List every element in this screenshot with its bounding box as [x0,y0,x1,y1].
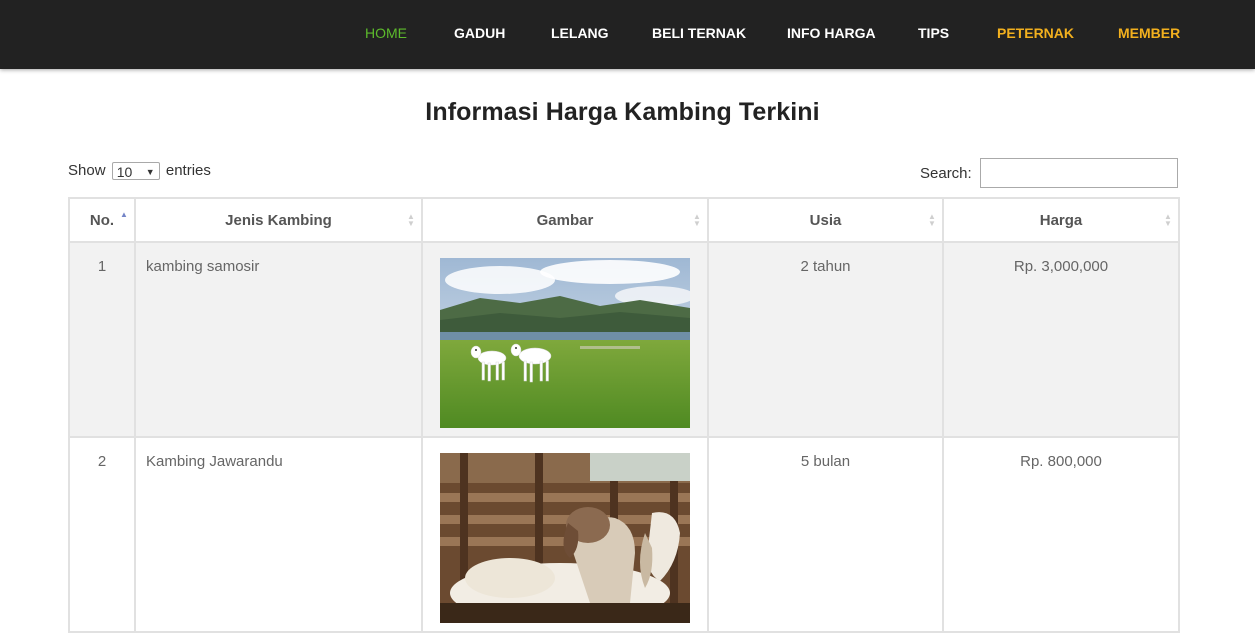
cell-harga: Rp. 3,000,000 [942,241,1180,438]
page-title: Informasi Harga Kambing Terkini [425,98,820,126]
header-label: Jenis Kambing [225,211,332,229]
table-row: 2 Kambing Jawarandu 5 bulan Rp. 800,000 [68,436,1180,633]
nav-peternak[interactable]: PETERNAK [997,25,1074,41]
nav-home[interactable]: HOME [365,25,407,41]
sort-ascending-icon: ▲ [120,210,128,219]
dropdown-arrow-icon: ▼ [145,167,155,178]
cell-jenis: kambing samosir [134,241,423,438]
cell-jenis: Kambing Jawarandu [134,436,423,633]
header-label: Gambar [536,211,594,229]
sort-both-icon: ▲ ▼ [407,212,415,228]
nav-info-harga[interactable]: INFO HARGA [787,25,876,41]
sort-both-icon: ▲ ▼ [1164,212,1172,228]
sort-both-icon: ▲ ▼ [693,212,701,228]
nav-member[interactable]: MEMBER [1118,25,1180,41]
header-usia[interactable]: Usia ▲ ▼ [707,197,944,243]
goat-photo-barn-pen [440,453,690,623]
cell-no: 2 [68,436,136,633]
entries-label: entries [165,162,211,179]
cell-gambar [421,436,709,633]
header-no[interactable]: No. ▲ [68,197,136,243]
entries-select[interactable]: 10 ▼ [111,162,160,181]
price-table: No. ▲ Jenis Kambing ▲ ▼ Gambar ▲ ▼ Usia ▲ ▼… [68,197,1180,633]
header-jenis-kambing[interactable]: Jenis Kambing ▲ ▼ [134,197,423,243]
nav-gaduh[interactable]: GADUH [454,25,505,41]
goat-photo-lake-meadow [440,258,690,428]
search-label: Search: [920,165,972,182]
header-harga[interactable]: Harga ▲ ▼ [942,197,1180,243]
nav-beli-ternak[interactable]: BELI TERNAK [652,25,746,41]
table-header-row: No. ▲ Jenis Kambing ▲ ▼ Gambar ▲ ▼ Usia ▲ ▼… [68,197,1180,243]
cell-usia: 2 tahun [707,241,944,438]
search-input[interactable] [980,158,1178,188]
show-label: Show [68,162,106,179]
sort-both-icon: ▲ ▼ [928,212,936,228]
cell-gambar [421,241,709,438]
cell-usia: 5 bulan [707,436,944,633]
cell-harga: Rp. 800,000 [942,436,1180,633]
entries-select-value: 10 [116,164,133,181]
header-label: Harga [1039,211,1083,229]
cell-no: 1 [68,241,136,438]
header-label: No. [89,211,115,229]
header-label: Usia [809,211,842,229]
entries-length-control: Show 10 ▼ entries [68,162,211,181]
nav-tips[interactable]: TIPS [918,25,949,41]
header-gambar[interactable]: Gambar ▲ ▼ [421,197,709,243]
nav-lelang[interactable]: LELANG [551,25,609,41]
top-navbar: HOME GADUH LELANG BELI TERNAK INFO HARGA… [0,0,1255,69]
table-row: 1 kambing samosir 2 tahun Rp. 3,000,000 [68,241,1180,438]
